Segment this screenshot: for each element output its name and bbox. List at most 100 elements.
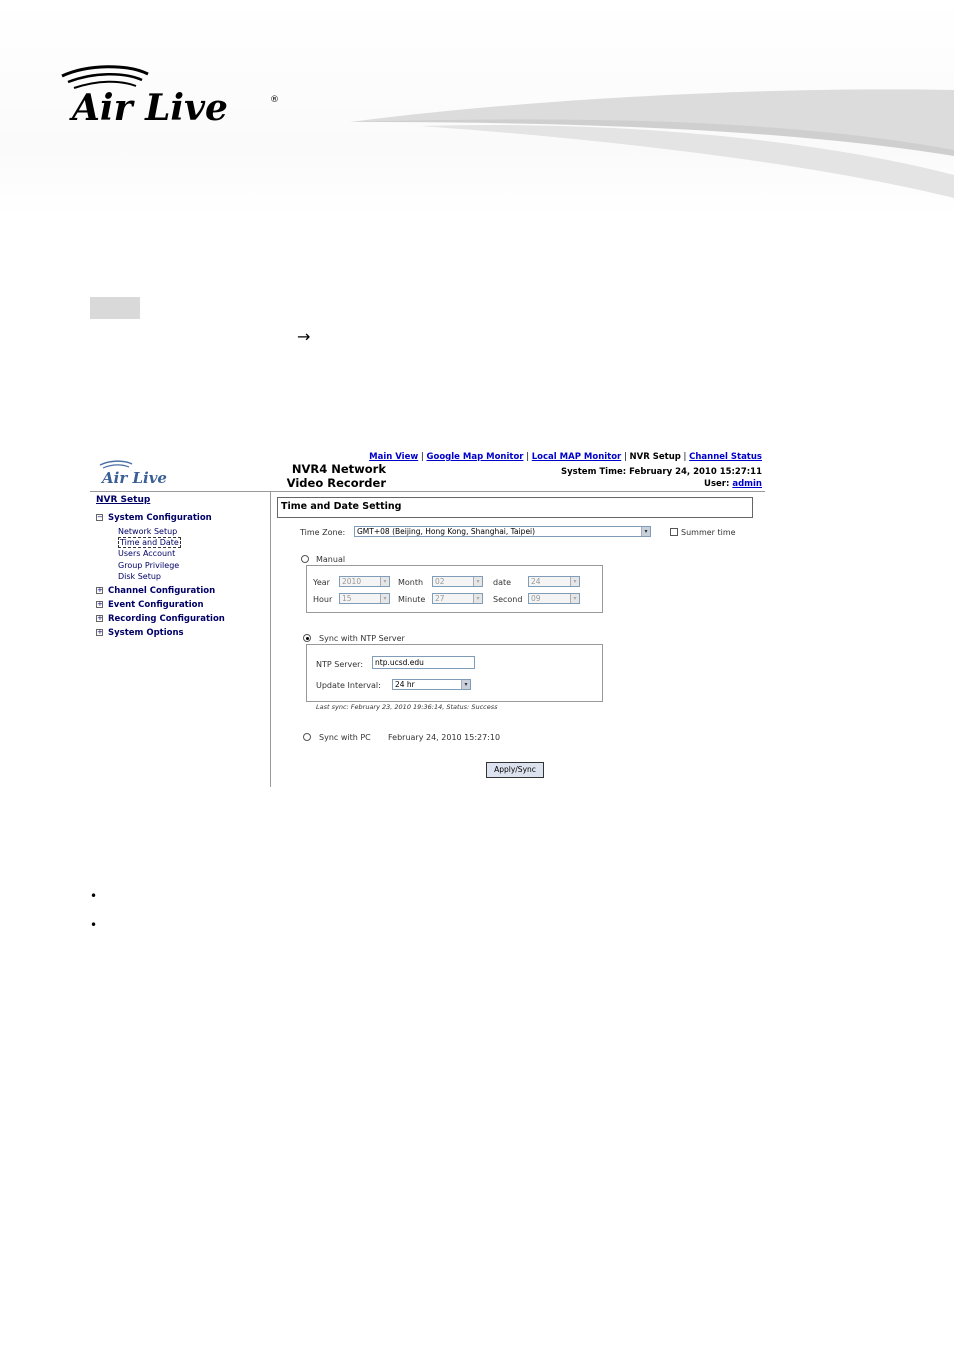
nav-separator: | xyxy=(526,452,530,462)
sidebar-item-system-options[interactable]: + System Options xyxy=(96,628,184,638)
bullet-point: • xyxy=(90,918,98,932)
nvr-header: Air Live NVR4 Network Video Recorder Mai… xyxy=(90,449,765,492)
time-zone-value: GMT+08 (Beijing, Hong Kong, Shanghai, Ta… xyxy=(357,527,536,536)
sidebar-item-channel-configuration[interactable]: + Channel Configuration xyxy=(96,586,215,596)
top-nav: Main View | Google Map Monitor | Local M… xyxy=(369,452,762,462)
sidebar-sub-network-setup[interactable]: Network Setup xyxy=(118,527,177,536)
sidebar-label: Channel Configuration xyxy=(108,586,216,596)
svg-text:Air Live: Air Live xyxy=(100,469,167,487)
bullet-point: • xyxy=(90,889,98,903)
ntp-label: Sync with NTP Server xyxy=(319,634,405,643)
time-zone-label: Time Zone: xyxy=(300,528,346,537)
sidebar-label: System Configuration xyxy=(108,513,212,523)
apply-sync-button[interactable]: Apply/Sync xyxy=(486,762,544,778)
date-label: date xyxy=(493,578,512,587)
hour-value: 15 xyxy=(342,594,352,603)
time-zone-select[interactable]: GMT+08 (Beijing, Hong Kong, Shanghai, Ta… xyxy=(354,526,651,537)
manual-label: Manual xyxy=(316,555,346,564)
chevron-down-icon: ▾ xyxy=(570,577,579,586)
panel-title: Time and Date Setting xyxy=(277,497,753,518)
manual-radio[interactable] xyxy=(301,555,309,563)
sidebar-sub-disk-setup[interactable]: Disk Setup xyxy=(118,572,161,581)
nav-google-map-monitor[interactable]: Google Map Monitor xyxy=(427,452,524,462)
airlive-logo: Air Live ® xyxy=(58,62,288,130)
sidebar-title[interactable]: NVR Setup xyxy=(96,495,150,505)
nav-separator: | xyxy=(420,452,424,462)
nvr-title: NVR4 Network Video Recorder xyxy=(266,462,386,490)
sidebar-item-recording-configuration[interactable]: + Recording Configuration xyxy=(96,614,225,624)
month-select[interactable]: 02 ▾ xyxy=(432,576,483,587)
collapse-icon[interactable]: − xyxy=(96,514,103,521)
airlive-mini-logo: Air Live xyxy=(96,457,192,491)
second-select[interactable]: 09 ▾ xyxy=(528,593,580,604)
minute-select[interactable]: 27 ▾ xyxy=(432,593,483,604)
chevron-down-icon: ▾ xyxy=(380,594,389,603)
chevron-down-icon: ▾ xyxy=(461,680,470,689)
arrow-icon: → xyxy=(297,327,311,346)
year-value: 2010 xyxy=(342,577,362,586)
update-interval-value: 24 hr xyxy=(395,680,415,689)
user-info: User: admin xyxy=(704,479,762,489)
second-label: Second xyxy=(493,595,523,604)
nvr-screenshot: Air Live NVR4 Network Video Recorder Mai… xyxy=(90,449,765,787)
manual-group-box xyxy=(306,565,603,613)
date-select[interactable]: 24 ▾ xyxy=(528,576,580,587)
ntp-server-label: NTP Server: xyxy=(316,660,364,669)
system-time-value: February 24, 2010 15:27:11 xyxy=(629,467,762,477)
year-select[interactable]: 2010 ▾ xyxy=(339,576,390,587)
nav-separator: | xyxy=(683,452,687,462)
system-time-label: System Time: xyxy=(561,467,627,477)
hour-select[interactable]: 15 ▾ xyxy=(339,593,390,604)
sync-pc-label: Sync with PC xyxy=(319,733,371,742)
update-interval-select[interactable]: 24 hr ▾ xyxy=(392,679,471,690)
nav-channel-status[interactable]: Channel Status xyxy=(689,452,762,462)
year-label: Year xyxy=(313,578,330,587)
hour-label: Hour xyxy=(313,595,333,604)
sidebar: NVR Setup − System Configuration Network … xyxy=(90,492,271,787)
nvr-title-line2: Video Recorder xyxy=(286,476,386,490)
last-sync-status: Last sync: February 23, 2010 19:36:14, S… xyxy=(316,703,498,711)
user-label: User: xyxy=(704,479,730,489)
ntp-radio[interactable] xyxy=(303,634,311,642)
sidebar-label: Event Configuration xyxy=(108,600,204,610)
sync-pc-radio[interactable] xyxy=(303,733,311,741)
svg-text:®: ® xyxy=(270,95,279,105)
expand-icon[interactable]: + xyxy=(96,601,103,608)
minute-value: 27 xyxy=(435,594,445,603)
nvr-title-line1: NVR4 Network xyxy=(291,462,386,476)
sidebar-item-event-configuration[interactable]: + Event Configuration xyxy=(96,600,204,610)
chevron-down-icon: ▾ xyxy=(641,527,650,536)
sidebar-label: Recording Configuration xyxy=(108,614,225,624)
ntp-group-box xyxy=(306,644,603,702)
expand-icon[interactable]: + xyxy=(96,629,103,636)
sidebar-item-system-configuration[interactable]: − System Configuration xyxy=(96,513,212,523)
user-link[interactable]: admin xyxy=(732,479,762,489)
month-label: Month xyxy=(398,578,424,587)
sidebar-sub-group-privilege[interactable]: Group Privilege xyxy=(118,561,179,570)
sidebar-sub-users-account[interactable]: Users Account xyxy=(118,549,175,558)
svg-text:Air Live: Air Live xyxy=(69,87,228,126)
sync-pc-time: February 24, 2010 15:27:10 xyxy=(388,733,501,742)
summer-time-label: Summer time xyxy=(681,528,736,537)
sidebar-sub-time-and-date[interactable]: Time and Date xyxy=(118,537,181,548)
second-value: 09 xyxy=(531,594,541,603)
summer-time-checkbox[interactable] xyxy=(670,528,678,536)
system-time: System Time: February 24, 2010 15:27:11 xyxy=(561,467,762,477)
nav-local-map-monitor[interactable]: Local MAP Monitor xyxy=(532,452,622,462)
chevron-down-icon: ▾ xyxy=(473,577,482,586)
ntp-server-input[interactable]: ntp.ucsd.edu xyxy=(372,656,475,669)
minute-label: Minute xyxy=(398,595,426,604)
chevron-down-icon: ▾ xyxy=(473,594,482,603)
nav-main-view[interactable]: Main View xyxy=(369,452,418,462)
chevron-down-icon: ▾ xyxy=(380,577,389,586)
nav-separator: | xyxy=(623,452,627,462)
sidebar-label: System Options xyxy=(108,628,184,638)
nav-nvr-setup[interactable]: NVR Setup xyxy=(630,452,681,462)
update-interval-label: Update Interval: xyxy=(316,681,381,690)
month-value: 02 xyxy=(435,577,445,586)
section-marker-tab xyxy=(90,297,140,319)
expand-icon[interactable]: + xyxy=(96,587,103,594)
expand-icon[interactable]: + xyxy=(96,615,103,622)
chevron-down-icon: ▾ xyxy=(570,594,579,603)
date-value: 24 xyxy=(531,577,541,586)
